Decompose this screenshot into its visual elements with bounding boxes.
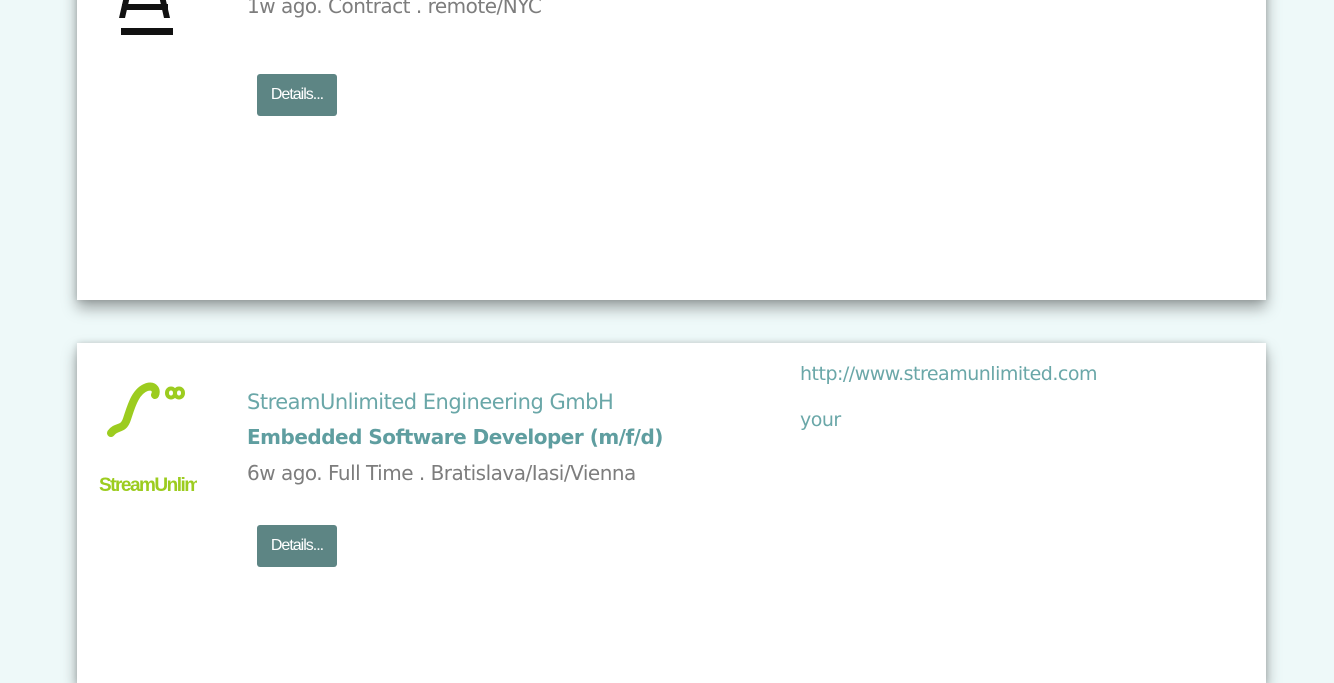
job-info: StreamUnlimited Engineering GmbH Embedde… [247,387,663,489]
company-logo [97,0,197,60]
logo-text: StreamUnlimited [99,475,197,496]
company-logo: StreamUnlimited [97,379,230,496]
job-info: p 1w ago. Contract . remote/NYC [247,0,542,22]
letter-a-logo-icon [119,0,173,35]
streamunlimited-logo-icon: StreamUnlimited [99,382,230,496]
job-title[interactable]: Embedded Software Developer (m/f/d) [247,421,663,453]
details-button[interactable]: Details... [257,74,337,116]
company-name[interactable]: StreamUnlimited Engineering GmbH [247,387,663,417]
company-note: your [800,409,841,431]
job-meta: 1w ago. Contract . remote/NYC [247,0,542,18]
job-card: p 1w ago. Contract . remote/NYC Details.… [77,0,1266,300]
job-meta: 6w ago. Full Time . Bratislava/Iasi/Vien… [247,461,636,485]
company-website-link[interactable]: http://www.streamunlimited.com [800,359,1097,389]
job-card: StreamUnlimited StreamUnlimited Engineer… [77,343,1266,683]
details-button[interactable]: Details... [257,525,337,567]
company-side-info: http://www.streamunlimited.com your [800,359,1097,435]
